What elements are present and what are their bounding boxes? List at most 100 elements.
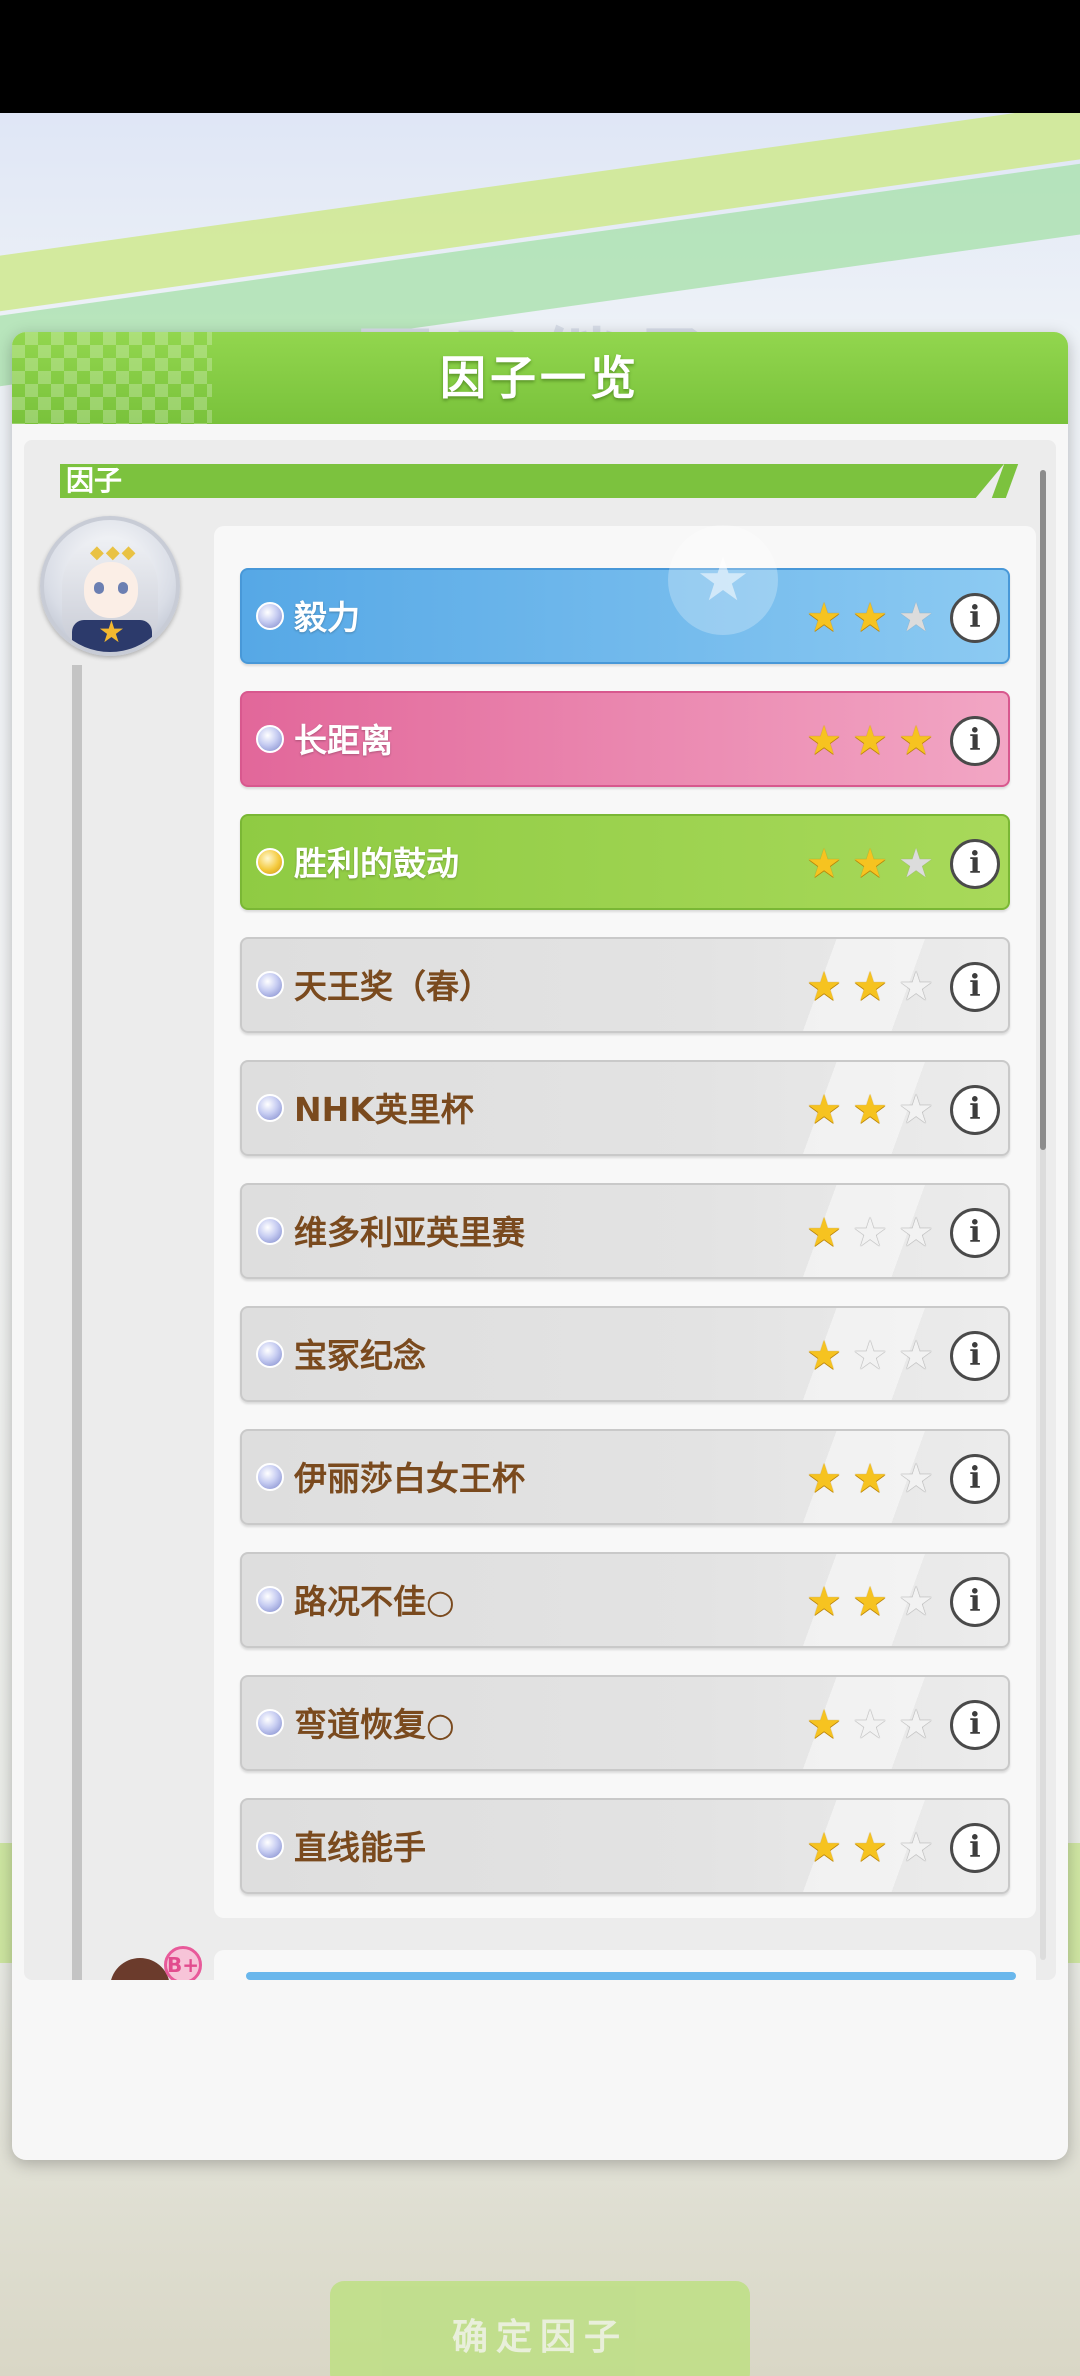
- star-filled-icon: ★: [806, 718, 842, 764]
- factor-name: 胜利的鼓动: [294, 844, 459, 883]
- factor-row[interactable]: 直线能手 ★ ★ ★ i: [240, 1798, 1010, 1894]
- rank-badge: B+: [164, 1946, 202, 1980]
- avatar-face: [84, 562, 138, 618]
- factor-name: 弯道恢复○: [294, 1705, 455, 1744]
- star-filled-icon: ★: [806, 1825, 842, 1871]
- star-empty-icon: ★: [898, 1579, 934, 1625]
- avatar-crown: ◆◆◆: [90, 542, 138, 563]
- star-empty-icon: ★: [898, 1702, 934, 1748]
- factor-stars: ★ ★ ★: [802, 1677, 938, 1769]
- factor-row[interactable]: 毅力 ★ ★ ★ i: [240, 568, 1010, 664]
- factor-stars: ★ ★ ★: [802, 1185, 938, 1277]
- next-character-avatar: B+: [104, 1940, 204, 1980]
- factor-bullet-icon: [256, 725, 284, 753]
- info-icon[interactable]: i: [950, 1823, 1000, 1873]
- factor-row[interactable]: NHK英里杯 ★ ★ ★ i: [240, 1060, 1010, 1156]
- factor-bullet-icon: [256, 1340, 284, 1368]
- star-filled-icon: ★: [852, 1087, 888, 1133]
- info-icon[interactable]: i: [950, 1700, 1000, 1750]
- info-icon[interactable]: i: [950, 1577, 1000, 1627]
- avatar-eye: [94, 582, 104, 594]
- star-empty-icon: ★: [898, 1456, 934, 1502]
- star-icon: ★: [98, 615, 125, 650]
- avatar-ear: [110, 1958, 170, 1980]
- info-icon[interactable]: i: [950, 1085, 1000, 1135]
- star-filled-icon: ★: [806, 1702, 842, 1748]
- info-icon[interactable]: i: [950, 839, 1000, 889]
- factor-row[interactable]: 弯道恢复○ ★ ★ ★ i: [240, 1675, 1010, 1771]
- star-filled-icon: ★: [898, 718, 934, 764]
- factor-stars: ★ ★ ★: [802, 1431, 938, 1523]
- star-icon: ★: [668, 525, 778, 635]
- factor-row-next: [246, 1972, 1016, 1980]
- star-empty-icon: ★: [898, 841, 934, 887]
- star-empty-icon: ★: [852, 1210, 888, 1256]
- star-filled-icon: ★: [806, 595, 842, 641]
- character-avatar: ◆◆◆ ★: [40, 516, 180, 656]
- star-filled-icon: ★: [852, 595, 888, 641]
- factor-name: 路况不佳○: [294, 1582, 455, 1621]
- factor-bullet-icon: [256, 1463, 284, 1491]
- factor-name: 维多利亚英里赛: [294, 1213, 525, 1252]
- info-icon[interactable]: i: [950, 593, 1000, 643]
- factor-bullet-icon: [256, 848, 284, 876]
- factor-bullet-icon: [256, 602, 284, 630]
- star-filled-icon: ★: [806, 1087, 842, 1133]
- section-header-bar: [60, 464, 1004, 498]
- dialog-header: 因子一览: [12, 332, 1068, 424]
- factor-name: 毅力: [294, 598, 360, 637]
- star-empty-icon: ★: [852, 1702, 888, 1748]
- factor-stars: ★ ★ ★: [802, 939, 938, 1031]
- factor-name: 宝冢纪念: [294, 1336, 426, 1375]
- factor-list-dialog: 因子一览 因子 ◆◆◆ ★ 毅力 ★ ★ ★ i 长距离 ★ ★ ★ i 胜利的鼓动 ★ ★ ★ i 天王奖（…: [12, 332, 1068, 2160]
- factor-row[interactable]: 伊丽莎白女王杯 ★ ★ ★ i: [240, 1429, 1010, 1525]
- info-icon[interactable]: i: [950, 962, 1000, 1012]
- factor-bullet-icon: [256, 1709, 284, 1737]
- scrollbar-thumb[interactable]: [1040, 470, 1046, 1150]
- star-empty-icon: ★: [898, 1087, 934, 1133]
- star-filled-icon: ★: [852, 1579, 888, 1625]
- star-filled-icon: ★: [852, 1456, 888, 1502]
- factor-bullet-icon: [256, 1217, 284, 1245]
- factor-stars: ★ ★ ★: [802, 1800, 938, 1892]
- factor-row[interactable]: 路况不佳○ ★ ★ ★ i: [240, 1552, 1010, 1648]
- factor-stars: ★ ★ ★: [802, 693, 938, 785]
- confirm-factor-button: 确定因子: [330, 2281, 750, 2376]
- star-filled-icon: ★: [852, 718, 888, 764]
- factor-bullet-icon: [256, 1094, 284, 1122]
- factor-name: 伊丽莎白女王杯: [294, 1459, 525, 1498]
- info-icon[interactable]: i: [950, 1208, 1000, 1258]
- factor-scroll-area[interactable]: 因子 ◆◆◆ ★ 毅力 ★ ★ ★ i 长距离 ★ ★ ★ i 胜利的鼓动 ★ ★ ★ i 天王奖（春） ★ ★ ★…: [24, 440, 1056, 1980]
- star-empty-icon: ★: [898, 964, 934, 1010]
- star-filled-icon: ★: [852, 1825, 888, 1871]
- info-icon[interactable]: i: [950, 716, 1000, 766]
- star-empty-icon: ★: [898, 1210, 934, 1256]
- factor-stars: ★ ★ ★: [802, 816, 938, 908]
- factor-row[interactable]: 宝冢纪念 ★ ★ ★ i: [240, 1306, 1010, 1402]
- factor-name: 直线能手: [294, 1828, 426, 1867]
- factor-bullet-icon: [256, 1832, 284, 1860]
- factor-stars: ★ ★ ★: [802, 1554, 938, 1646]
- factor-stars: ★ ★ ★: [802, 1062, 938, 1154]
- factor-row[interactable]: 维多利亚英里赛 ★ ★ ★ i: [240, 1183, 1010, 1279]
- factor-bullet-icon: [256, 971, 284, 999]
- star-filled-icon: ★: [852, 841, 888, 887]
- status-bar: [0, 0, 1080, 113]
- star-filled-icon: ★: [806, 964, 842, 1010]
- info-icon[interactable]: i: [950, 1331, 1000, 1381]
- star-empty-icon: ★: [898, 595, 934, 641]
- factor-name: NHK英里杯: [294, 1090, 474, 1129]
- section-label: 因子: [66, 464, 123, 497]
- factor-bullet-icon: [256, 1586, 284, 1614]
- factor-row[interactable]: 胜利的鼓动 ★ ★ ★ i: [240, 814, 1010, 910]
- factor-row[interactable]: 长距离 ★ ★ ★ i: [240, 691, 1010, 787]
- info-icon[interactable]: i: [950, 1454, 1000, 1504]
- factor-name: 天王奖（春）: [294, 967, 492, 1006]
- star-filled-icon: ★: [806, 1456, 842, 1502]
- factor-row[interactable]: 天王奖（春） ★ ★ ★ i: [240, 937, 1010, 1033]
- avatar-eye: [118, 582, 128, 594]
- star-empty-icon: ★: [898, 1825, 934, 1871]
- factor-stars: ★ ★ ★: [802, 570, 938, 662]
- dialog-title: 因子一览: [440, 351, 640, 405]
- star-filled-icon: ★: [852, 964, 888, 1010]
